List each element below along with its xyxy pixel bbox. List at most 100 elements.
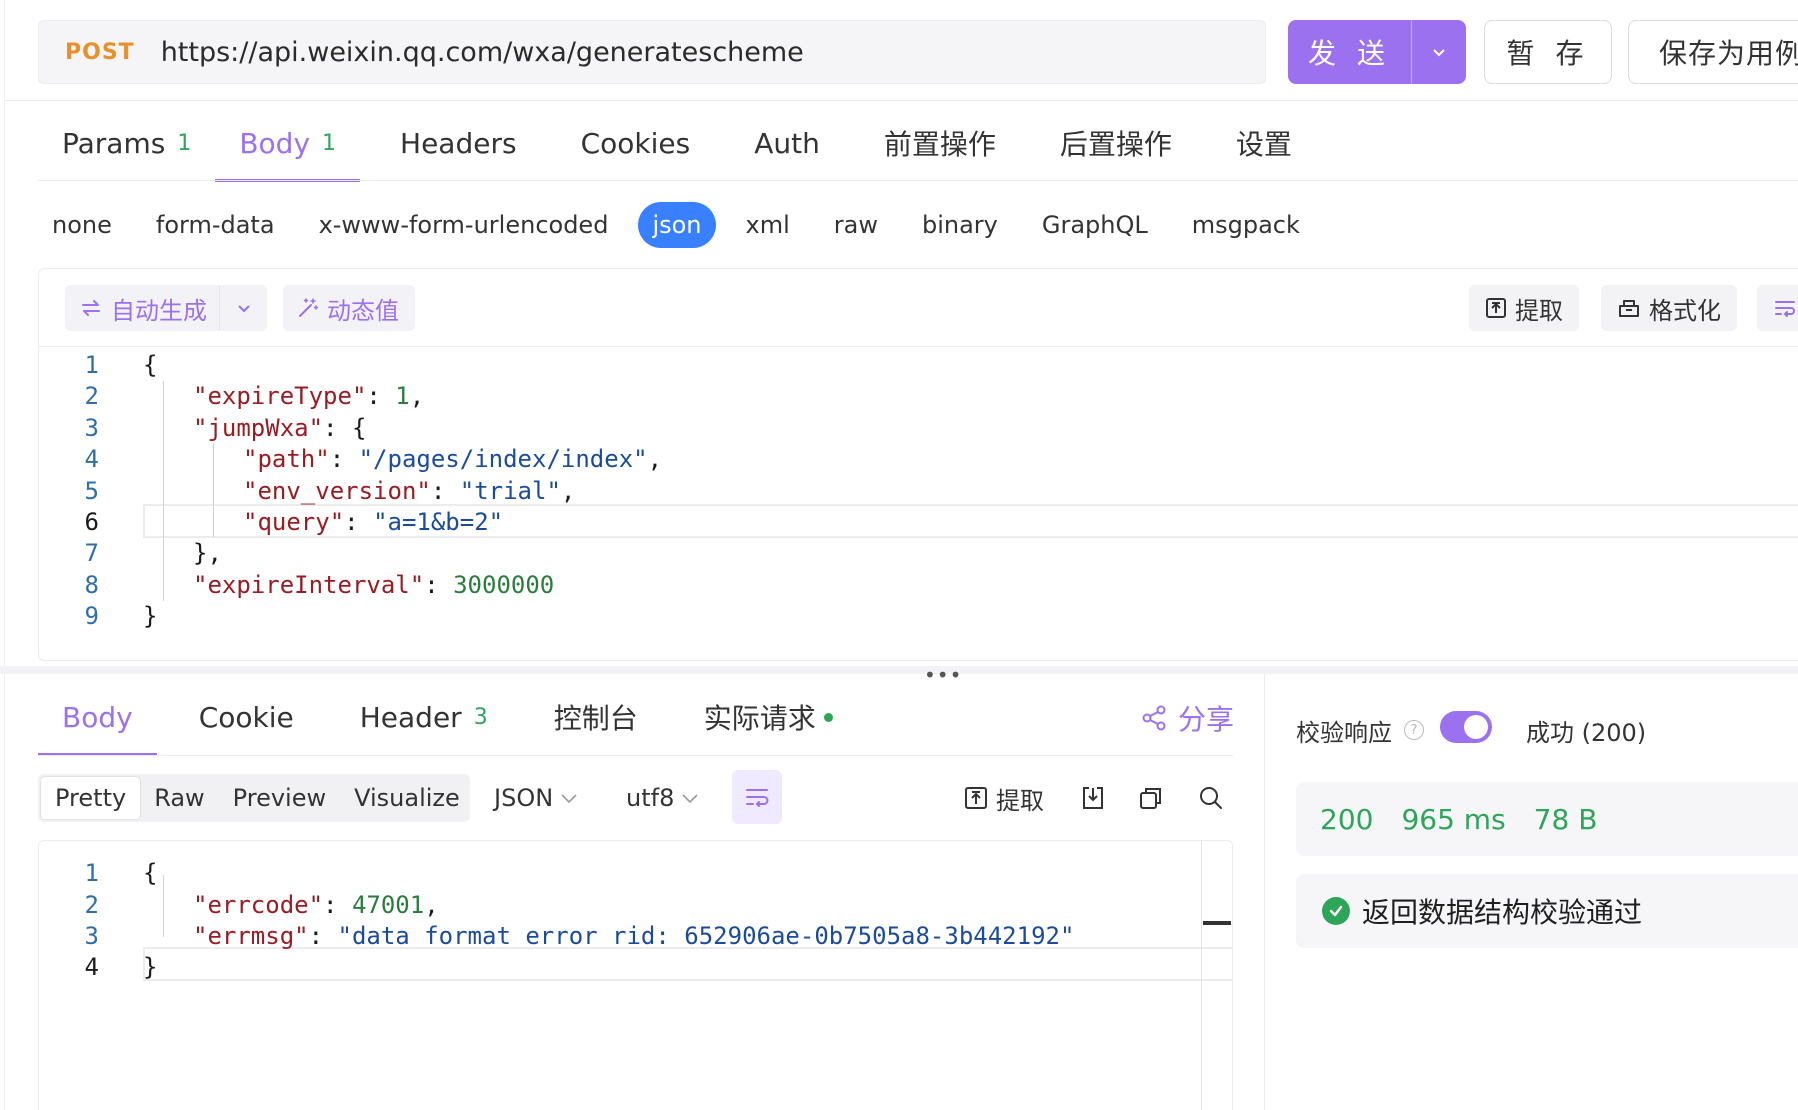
tab-count: 1	[322, 130, 337, 156]
search-icon	[1200, 787, 1222, 809]
auto-generate-button[interactable]: 自动生成	[65, 285, 220, 331]
response-wrap-button[interactable]	[732, 770, 782, 824]
auto-generate-label: 自动生成	[111, 296, 207, 325]
tab-cookies[interactable]: Cookies	[557, 104, 715, 182]
tab-response-body[interactable]: Body	[38, 678, 157, 756]
validation-status[interactable]: 成功 (200)	[1526, 710, 1646, 750]
body-type-urlencoded[interactable]: x-www-form-urlencoded	[305, 202, 623, 248]
tab-pre-operations[interactable]: 前置操作	[860, 104, 1020, 182]
view-mode-preview[interactable]: Preview	[219, 777, 340, 819]
validate-toggle[interactable]	[1440, 711, 1492, 743]
editor-toolbar: 自动生成 动态值 提取 格式化	[39, 269, 1798, 347]
validation-status-text: 成功 (200)	[1526, 718, 1647, 747]
body-type-xml[interactable]: xml	[732, 202, 804, 248]
extract-label: 提取	[1515, 296, 1563, 325]
code-line: "expireInterval": 3000000	[193, 571, 555, 599]
auto-generate-button-group[interactable]: 自动生成	[65, 285, 267, 331]
http-method[interactable]: POST	[65, 40, 135, 65]
save-as-case-button[interactable]: 保存为用例	[1628, 20, 1798, 84]
line-number: 4	[84, 953, 99, 981]
save-button[interactable]: 暂 存	[1484, 20, 1612, 84]
code-line: },	[193, 539, 222, 567]
view-mode-visualize[interactable]: Visualize	[340, 777, 474, 819]
body-type-msgpack[interactable]: msgpack	[1178, 202, 1314, 248]
drag-handle-icon[interactable]: •••	[924, 663, 962, 687]
refresh-icon	[82, 300, 100, 316]
tab-label: 前置操作	[883, 128, 996, 161]
panel-splitter[interactable]	[0, 666, 1798, 674]
line-number: 5	[84, 477, 99, 505]
chevron-down-icon	[561, 794, 577, 804]
share-icon	[1142, 705, 1166, 731]
copy-button[interactable]	[1138, 778, 1164, 818]
format-icon	[1619, 300, 1639, 317]
chevron-down-icon	[682, 794, 698, 804]
top-divider	[4, 100, 1798, 101]
send-button[interactable]: 发 送	[1288, 20, 1411, 84]
tab-label: 实际请求	[703, 702, 816, 735]
body-type-none[interactable]: none	[38, 202, 126, 248]
tab-auth[interactable]: Auth	[730, 104, 844, 182]
tab-params[interactable]: Params 1	[38, 104, 215, 182]
response-extract-button[interactable]: 提取	[964, 778, 1044, 818]
encoding-select-value: utf8	[626, 784, 675, 812]
send-options-button[interactable]	[1412, 20, 1466, 84]
tab-headers[interactable]: Headers	[376, 104, 541, 182]
extract-button[interactable]: 提取	[1469, 285, 1579, 331]
tab-label: Headers	[400, 126, 517, 160]
tab-response-header[interactable]: Header 3	[336, 678, 512, 756]
word-wrap-button[interactable]	[1757, 285, 1798, 331]
tab-body[interactable]: Body 1	[215, 104, 360, 182]
request-body-editor: 自动生成 动态值 提取 格式化 1 2 3 4 5 6 7 8 9 {"exp…	[38, 268, 1798, 661]
tab-label: Body	[239, 126, 311, 160]
body-type-raw[interactable]: raw	[820, 202, 892, 248]
current-line-highlight	[143, 947, 1232, 981]
search-button[interactable]	[1198, 778, 1224, 818]
encoding-select[interactable]: utf8	[626, 774, 700, 822]
extract-icon	[965, 787, 987, 809]
format-select[interactable]: JSON	[494, 774, 579, 822]
scrollbar-marker	[1203, 921, 1231, 925]
code-line: }	[143, 953, 158, 981]
share-button[interactable]: 分享	[1140, 700, 1234, 736]
tab-post-operations[interactable]: 后置操作	[1036, 104, 1196, 182]
status-dot	[823, 712, 833, 722]
question-icon[interactable]: ?	[1404, 720, 1424, 740]
body-type-selector: none form-data x-www-form-urlencoded jso…	[38, 202, 1330, 248]
view-mode-pretty[interactable]: Pretty	[41, 777, 141, 819]
validation-result-text: 返回数据结构校验通过	[1362, 896, 1643, 929]
body-type-json[interactable]: json	[638, 202, 716, 248]
chevron-down-icon	[1433, 49, 1445, 57]
tab-console[interactable]: 控制台	[530, 678, 662, 756]
tab-count: 3	[473, 704, 488, 730]
url-bar[interactable]: POST https://api.weixin.qq.com/wxa/gener…	[38, 20, 1266, 84]
format-label: 格式化	[1649, 296, 1721, 325]
auto-generate-dropdown[interactable]	[220, 300, 267, 316]
code-line: }	[143, 602, 158, 630]
line-number: 4	[84, 445, 99, 473]
left-edge	[4, 0, 5, 1110]
tab-response-cookie[interactable]: Cookie	[175, 678, 318, 756]
tab-count: 1	[177, 130, 192, 156]
request-code-area[interactable]: 1 2 3 4 5 6 7 8 9 { "expireType": 1, "ju…	[39, 347, 1798, 660]
tab-settings[interactable]: 设置	[1212, 104, 1316, 182]
format-select-value: JSON	[494, 784, 554, 812]
response-tabs-underline	[38, 755, 1233, 756]
view-mode-group: Pretty Raw Preview Visualize	[38, 774, 470, 822]
dynamic-value-button[interactable]: 动态值	[283, 285, 415, 331]
url-input[interactable]: https://api.weixin.qq.com/wxa/generatesc…	[161, 37, 804, 68]
body-type-form-data[interactable]: form-data	[142, 202, 289, 248]
body-type-graphql[interactable]: GraphQL	[1028, 202, 1162, 248]
response-body-viewer[interactable]: 1 2 3 4 { "errcode": 47001, "errmsg": "d…	[38, 840, 1233, 1110]
response-tabs: Body Cookie Header 3 控制台 实际请求	[38, 678, 875, 756]
view-mode-raw[interactable]: Raw	[140, 777, 218, 819]
format-button[interactable]: 格式化	[1601, 285, 1737, 331]
body-type-binary[interactable]: binary	[908, 202, 1012, 248]
response-size: 78 B	[1533, 802, 1598, 836]
send-button-group[interactable]: 发 送	[1288, 20, 1466, 84]
vertical-scrollbar[interactable]	[1201, 841, 1202, 1110]
download-button[interactable]	[1080, 778, 1106, 818]
code-line: "path": "/pages/index/index",	[243, 445, 663, 473]
tab-actual-request[interactable]: 实际请求	[680, 678, 857, 756]
code-line: "errcode": 47001,	[193, 891, 439, 919]
